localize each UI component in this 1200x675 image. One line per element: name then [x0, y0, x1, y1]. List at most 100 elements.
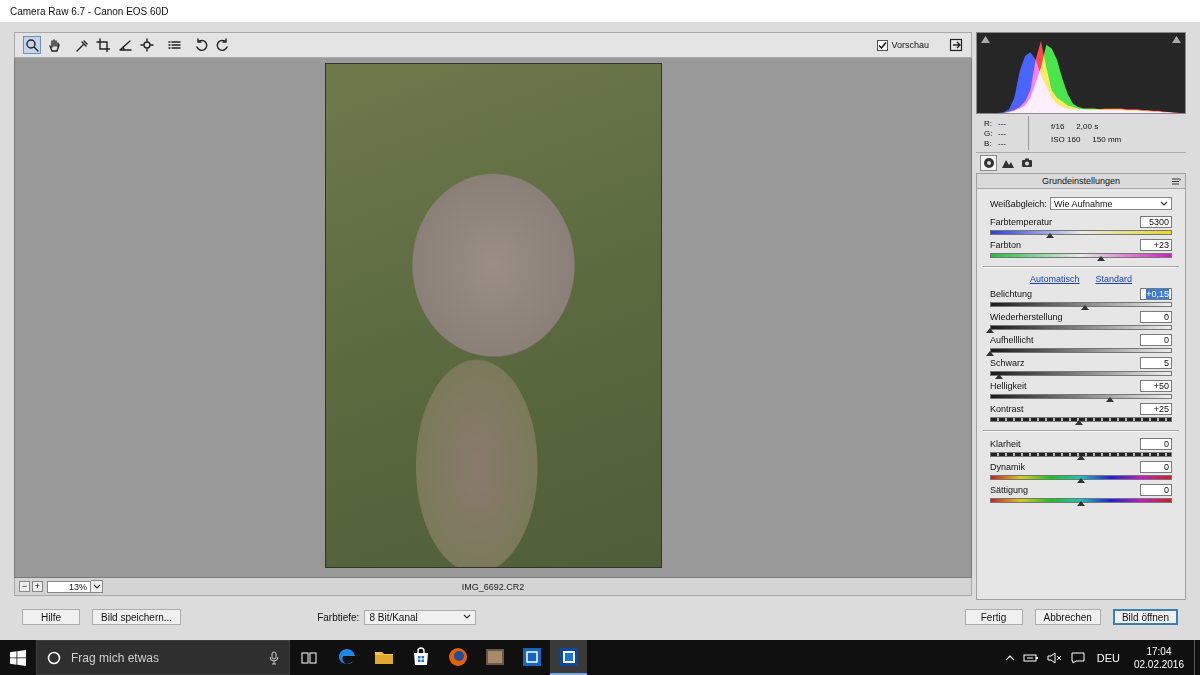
- slider-track[interactable]: [990, 394, 1172, 399]
- show-desktop-button[interactable]: [1194, 640, 1200, 675]
- link[interactable]: Standard: [1096, 274, 1133, 284]
- input-language[interactable]: DEU: [1093, 652, 1124, 664]
- straighten-tool[interactable]: [116, 36, 134, 54]
- bit-depth-select[interactable]: 8 Bit/Kanal: [364, 610, 476, 625]
- rotate-right-icon: [216, 38, 230, 52]
- camera-raw-app-taskbar-button[interactable]: [550, 640, 587, 675]
- white-balance-tool[interactable]: [72, 36, 90, 54]
- screen: Camera Raw 6.7 - Canon EOS 60D Vorschau …: [0, 0, 1200, 675]
- hand-tool[interactable]: [45, 36, 63, 54]
- basic-tab[interactable]: [980, 155, 997, 171]
- slider-thumb[interactable]: [995, 374, 1003, 379]
- blue-app-icon: [521, 646, 543, 668]
- dialog-button[interactable]: Abbrechen: [1035, 609, 1101, 625]
- zoom-controls: − + 13%: [19, 580, 462, 593]
- edge-taskbar-button[interactable]: [328, 640, 365, 675]
- slider-track[interactable]: [990, 371, 1172, 376]
- zoom-select[interactable]: 13%: [47, 580, 103, 593]
- slider-value-field[interactable]: 5: [1140, 357, 1172, 369]
- firefox-taskbar-button[interactable]: [439, 640, 476, 675]
- slider-thumb[interactable]: [1097, 256, 1105, 261]
- slider-value-field[interactable]: 0: [1140, 484, 1172, 496]
- slider-value-field[interactable]: +50: [1140, 380, 1172, 392]
- slider-value-field[interactable]: 5300: [1140, 216, 1172, 228]
- start-button[interactable]: [0, 640, 36, 675]
- zoom-out-button[interactable]: −: [19, 581, 30, 592]
- dialog-buttons: HilfeBild speichern... Farbtiefe: 8 Bit/…: [14, 600, 1186, 640]
- zoom-tool[interactable]: [23, 36, 41, 54]
- dialog-button[interactable]: Bild öffnen: [1113, 609, 1178, 625]
- slider[interactable]: [990, 498, 1172, 506]
- blue-app-taskbar-button[interactable]: [513, 640, 550, 675]
- slider-value-field[interactable]: 0: [1140, 461, 1172, 473]
- slider[interactable]: [990, 253, 1172, 261]
- red-eye-tool[interactable]: [138, 36, 156, 54]
- section-body: Weißabgleich: Wie Aufnahme Farbtemperatu…: [977, 189, 1185, 510]
- slider-value-field[interactable]: +0,15: [1140, 288, 1172, 300]
- power-plug-icon[interactable]: [1023, 652, 1039, 664]
- task-view-button[interactable]: [290, 640, 328, 675]
- slider-thumb[interactable]: [986, 351, 994, 356]
- slider-thumb[interactable]: [1077, 455, 1085, 460]
- panel-menu-icon[interactable]: [1172, 178, 1181, 185]
- fullscreen-button[interactable]: [947, 36, 965, 54]
- search-box[interactable]: Frag mich etwas: [36, 640, 290, 675]
- slider[interactable]: [990, 325, 1172, 333]
- camera-raw-dialog: Vorschau − + 13% IMG_6692.CR2 R: ---G: -…: [0, 22, 1200, 640]
- preferences-tool[interactable]: [165, 36, 183, 54]
- crop-tool[interactable]: [94, 36, 112, 54]
- clock[interactable]: 17:04 02.02.2016: [1132, 645, 1186, 671]
- dialog-button[interactable]: Bild speichern...: [92, 609, 181, 625]
- slider-row: Sättigung 0: [990, 484, 1172, 506]
- slider-track[interactable]: [990, 325, 1172, 330]
- slider-track[interactable]: [990, 348, 1172, 353]
- slider[interactable]: [990, 302, 1172, 310]
- slider-value-field[interactable]: 0: [1140, 438, 1172, 450]
- slider-value-field[interactable]: 0: [1140, 311, 1172, 323]
- dialog-button[interactable]: Fertig: [965, 609, 1023, 625]
- shadow-clipping-icon[interactable]: [981, 36, 990, 43]
- slider-value-field[interactable]: 0: [1140, 334, 1172, 346]
- slider-thumb[interactable]: [1046, 233, 1054, 238]
- slider-track[interactable]: [990, 230, 1172, 235]
- white-balance-select[interactable]: Wie Aufnahme: [1050, 197, 1172, 210]
- checkbox-box[interactable]: [877, 40, 888, 51]
- slider[interactable]: [990, 452, 1172, 460]
- link[interactable]: Automatisch: [1030, 274, 1080, 284]
- slider-value-field[interactable]: +25: [1140, 403, 1172, 415]
- slider-thumb[interactable]: [986, 328, 994, 333]
- slider-thumb[interactable]: [1106, 397, 1114, 402]
- explorer-taskbar-button[interactable]: [365, 640, 402, 675]
- photo-app-taskbar-button[interactable]: [476, 640, 513, 675]
- dialog-button[interactable]: Hilfe: [22, 609, 80, 625]
- slider-thumb[interactable]: [1077, 501, 1085, 506]
- zoom-dropdown-arrow[interactable]: [91, 580, 103, 593]
- detail-tab[interactable]: [1018, 155, 1035, 171]
- slider-thumb[interactable]: [1075, 420, 1083, 425]
- slider[interactable]: [990, 371, 1172, 379]
- tone-curve-tab[interactable]: [999, 155, 1016, 171]
- slider[interactable]: [990, 348, 1172, 356]
- muted-speaker-icon[interactable]: [1047, 652, 1063, 664]
- channel-label: B:: [984, 139, 994, 148]
- notifications-icon[interactable]: [1071, 652, 1085, 664]
- slider[interactable]: [990, 394, 1172, 402]
- slider[interactable]: [990, 417, 1172, 425]
- slider-thumb[interactable]: [1081, 305, 1089, 310]
- preview-checkbox[interactable]: Vorschau: [877, 40, 929, 51]
- slider-track[interactable]: [990, 253, 1172, 258]
- preview-column: Vorschau − + 13% IMG_6692.CR2: [14, 32, 972, 600]
- slider-thumb[interactable]: [1077, 478, 1085, 483]
- slider[interactable]: [990, 230, 1172, 238]
- highlight-clipping-icon[interactable]: [1172, 36, 1181, 43]
- zoom-in-button[interactable]: +: [32, 581, 43, 592]
- show-hidden-icons-icon[interactable]: [1005, 654, 1015, 662]
- slider-value-field[interactable]: +23: [1140, 239, 1172, 251]
- microphone-icon[interactable]: [269, 651, 279, 665]
- slider[interactable]: [990, 475, 1172, 483]
- rotate-left-tool[interactable]: [192, 36, 210, 54]
- rotate-right-tool[interactable]: [214, 36, 232, 54]
- store-taskbar-button[interactable]: [402, 640, 439, 675]
- red-eye-icon: [140, 38, 154, 52]
- chevron-down-icon: [463, 614, 471, 620]
